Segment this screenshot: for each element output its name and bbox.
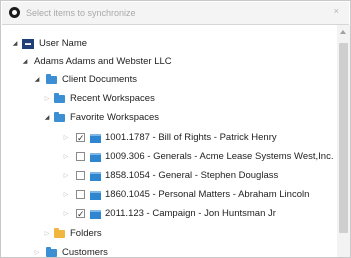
folder-icon xyxy=(46,74,57,84)
collapse-toggle-icon[interactable]: ▷ xyxy=(62,187,70,203)
collapse-toggle-icon[interactable]: ▷ xyxy=(33,245,41,257)
clear-icon[interactable]: × xyxy=(334,6,339,16)
search-bar: × xyxy=(2,2,349,25)
workspace-checkbox[interactable] xyxy=(76,190,85,199)
expand-toggle-icon[interactable]: ◢ xyxy=(11,36,19,52)
collapse-toggle-icon[interactable]: ▷ xyxy=(43,91,51,107)
workspace-label: 2011.123 - Campaign - Jon Huntsman Jr xyxy=(105,208,276,219)
workspace-label: 1858.1054 - General - Stephen Douglass xyxy=(105,170,279,181)
folder-icon xyxy=(54,93,65,103)
app-logo-icon xyxy=(9,7,20,18)
user-avatar-icon: ▬ xyxy=(22,39,34,49)
collapse-toggle-icon[interactable]: ▷ xyxy=(62,206,70,222)
folder-icon xyxy=(54,112,65,122)
workspace-label: 1001.1787 - Bill of Rights - Patrick Hen… xyxy=(105,132,277,143)
expand-toggle-icon[interactable]: ◢ xyxy=(43,110,51,126)
workspace-label: 1009.306 - Generals - Acme Lease Systems… xyxy=(105,151,334,162)
tree-node-label: Folders xyxy=(70,228,102,239)
sync-tree-panel: × ◢ ▬ User Name ◢ Adams Adams and Webste… xyxy=(0,0,351,258)
tree-node-label: Recent Workspaces xyxy=(70,93,155,104)
tree-node-label: Favorite Workspaces xyxy=(70,112,160,123)
tree-node-label: Client Documents xyxy=(62,74,137,85)
folder-icon xyxy=(54,228,65,238)
scrollbar-thumb[interactable] xyxy=(339,43,348,233)
collapse-toggle-icon[interactable]: ▷ xyxy=(62,168,70,184)
workspace-checkbox[interactable] xyxy=(76,171,85,180)
collapse-toggle-icon[interactable]: ▷ xyxy=(62,149,70,165)
workspace-checkbox[interactable]: ✓ xyxy=(76,209,85,219)
vertical-scrollbar[interactable] xyxy=(337,25,350,257)
tree-node-label: Adams Adams and Webster LLC xyxy=(34,56,172,67)
workspace-checkbox[interactable]: ✓ xyxy=(76,133,85,143)
workspace-checkbox[interactable] xyxy=(76,152,85,161)
collapse-toggle-icon[interactable]: ▷ xyxy=(43,226,51,242)
expand-toggle-icon[interactable]: ◢ xyxy=(33,72,41,88)
folder-icon xyxy=(46,247,57,257)
workspace-icon xyxy=(90,210,101,219)
workspace-icon xyxy=(90,191,101,200)
scroll-up-icon[interactable] xyxy=(340,30,346,34)
search-input[interactable] xyxy=(26,6,316,20)
tree-node-label: Customers xyxy=(62,247,108,258)
collapse-toggle-icon[interactable]: ▷ xyxy=(62,130,70,146)
tree-node-label: User Name xyxy=(39,38,88,49)
workspace-label: 1860.1045 - Personal Matters - Abraham L… xyxy=(105,189,310,200)
workspace-icon xyxy=(90,153,101,162)
workspace-icon xyxy=(90,172,101,181)
expand-toggle-icon[interactable]: ◢ xyxy=(21,54,29,70)
workspace-icon xyxy=(90,134,101,143)
